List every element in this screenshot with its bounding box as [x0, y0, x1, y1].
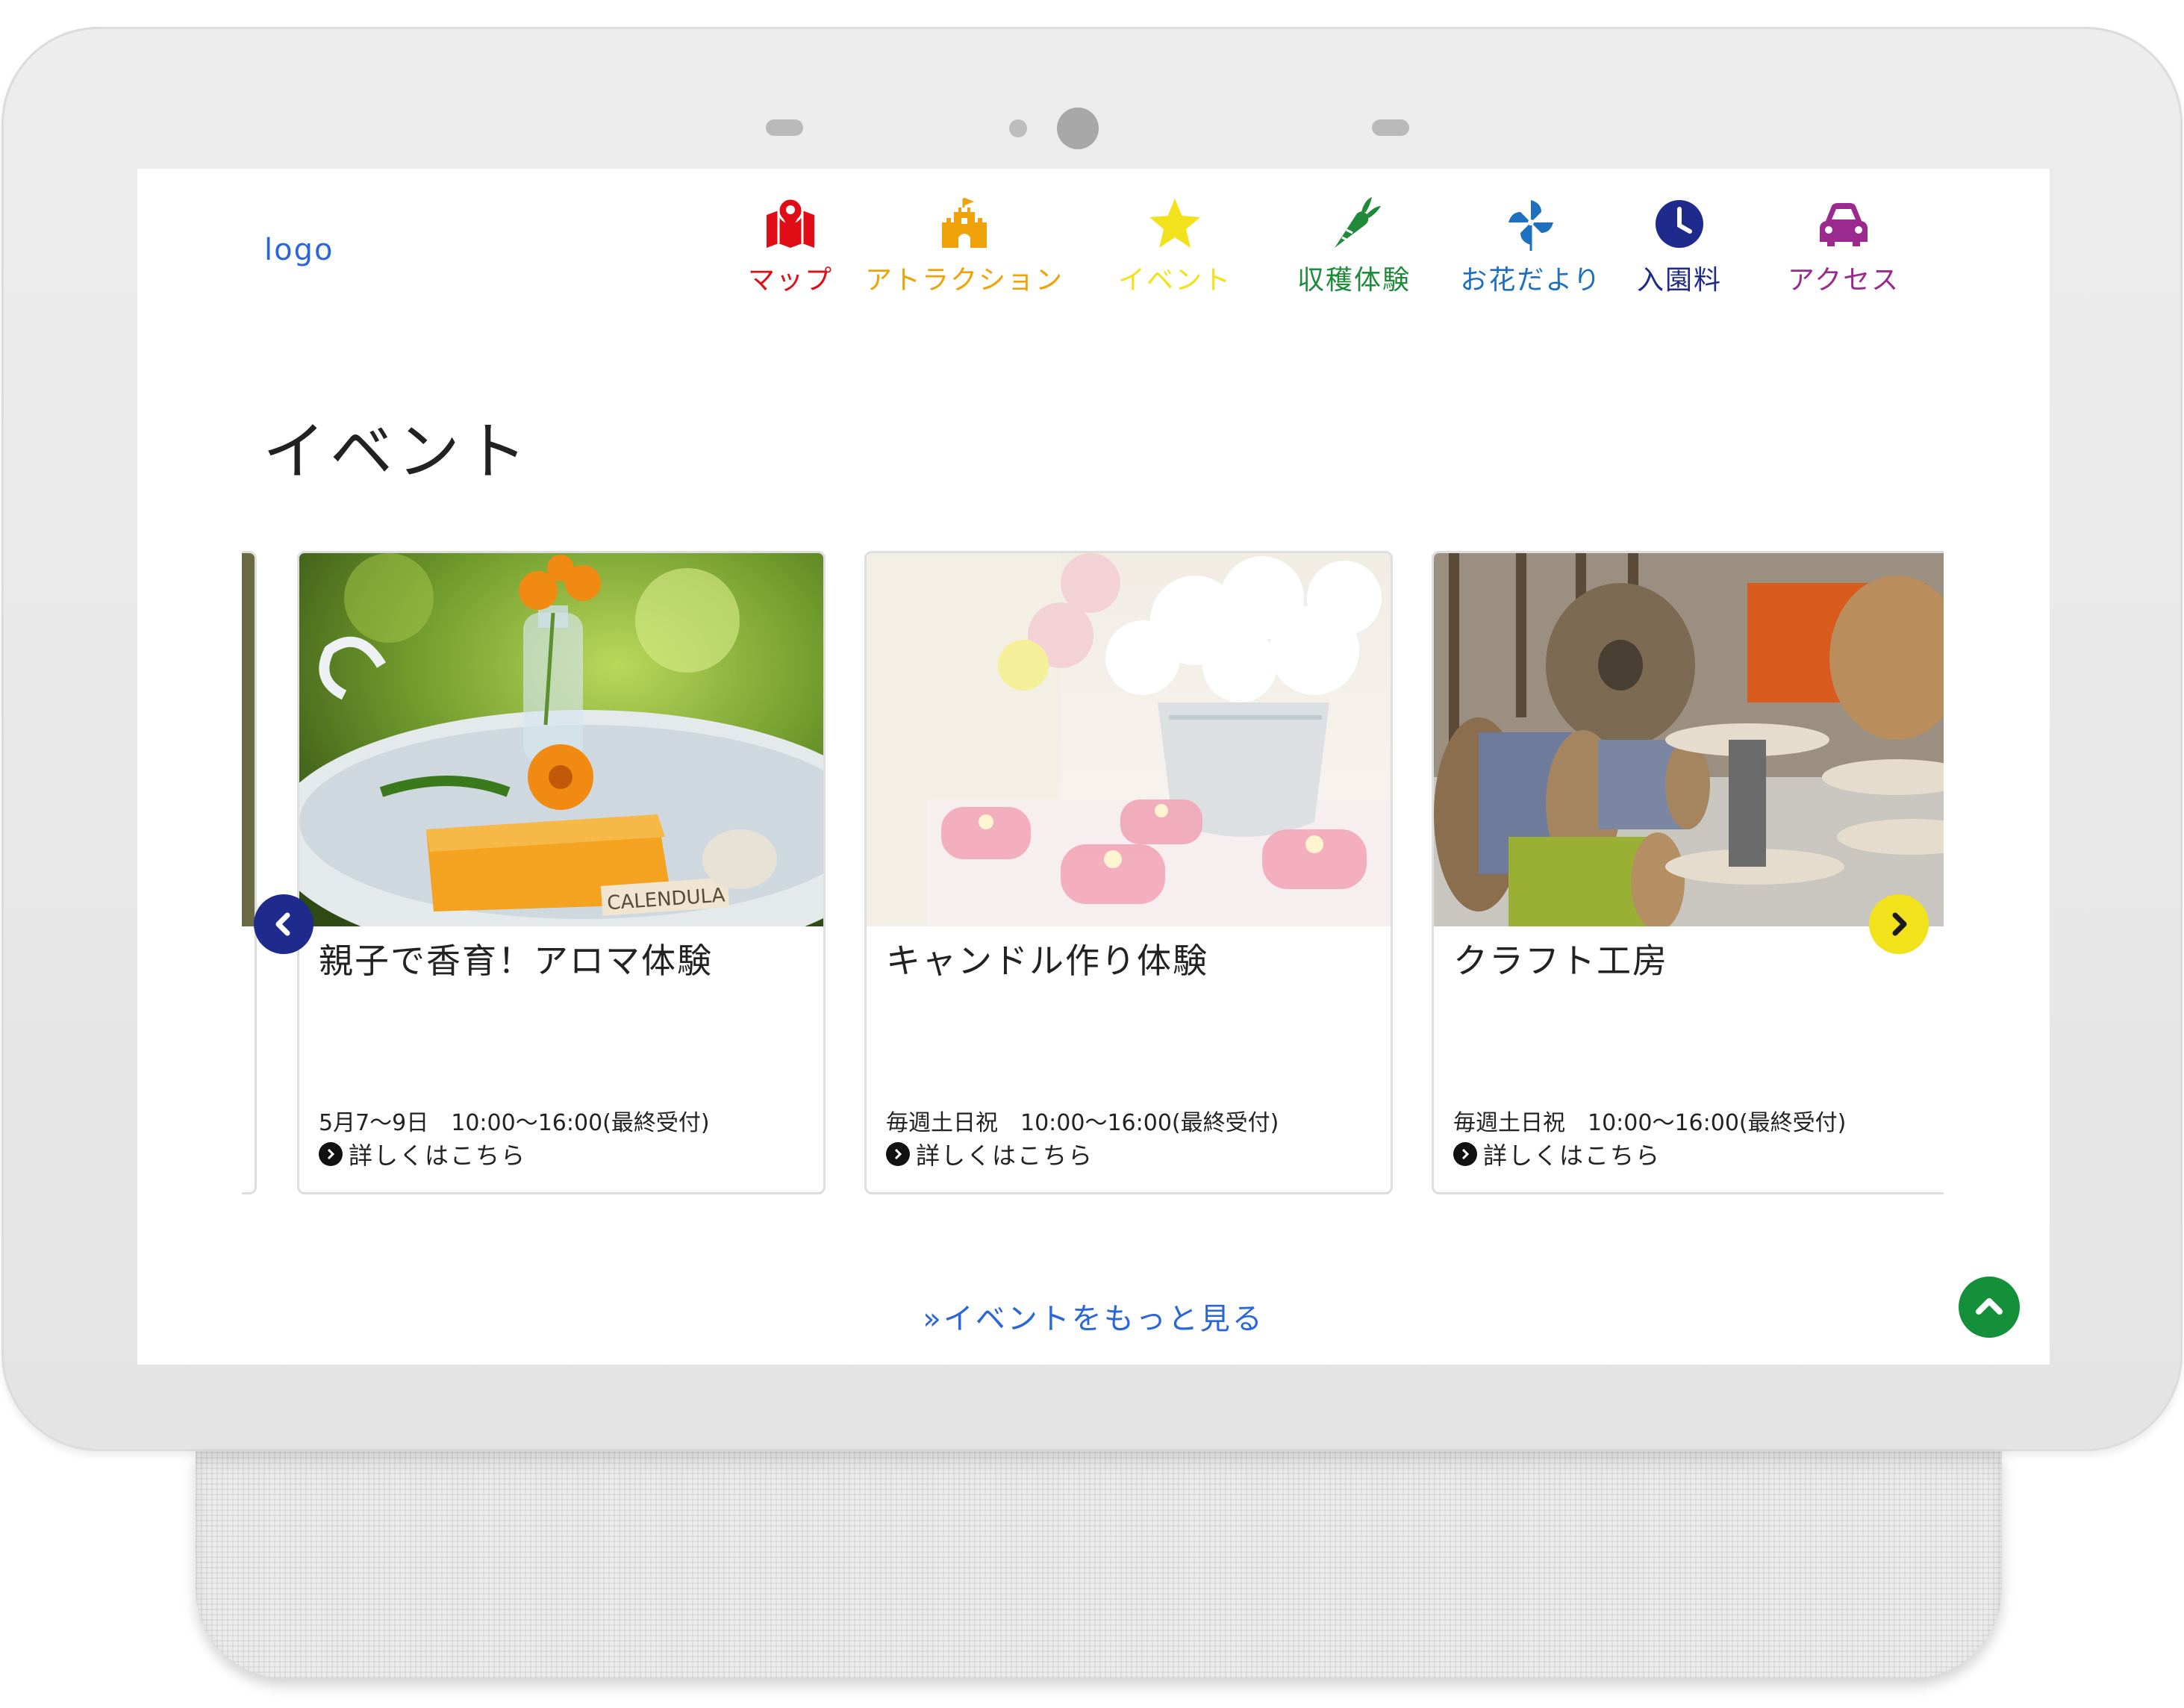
card-detail-label: 詳しくはこちら: [349, 1141, 527, 1170]
nav-label-event: イベント: [1117, 265, 1232, 296]
card-image-candle: [867, 553, 1391, 926]
chevron-right-icon: [319, 1142, 343, 1166]
star-icon: [1149, 199, 1200, 248]
back-to-top-button[interactable]: [1959, 1277, 2020, 1338]
speaker-base: [196, 1451, 2002, 1678]
smart-display-frame: logo マップ アトラクション イベント 収穫体験 お花だより 入園料 アクセ…: [1, 27, 2183, 1451]
card-image: [242, 553, 255, 926]
nav-item-admission[interactable]: 入園料: [1627, 196, 1732, 308]
device-screen: logo マップ アトラクション イベント 収穫体験 お花だより 入園料 アクセ…: [137, 169, 2050, 1365]
card-detail-label: 詳しくはこちら: [1483, 1141, 1662, 1170]
event-card-partial[interactable]: [242, 551, 257, 1194]
map-pin-icon: [767, 197, 814, 248]
carrot-icon: [1335, 197, 1381, 248]
nav-item-access[interactable]: アクセス: [1776, 196, 1911, 308]
nav-item-attraction[interactable]: アトラクション: [865, 196, 1064, 308]
chevron-up-icon: [1976, 1298, 2003, 1315]
page-title: イベント: [263, 415, 532, 488]
chevron-right-icon: [886, 1142, 910, 1166]
event-card[interactable]: キャンドル作り体験 毎週土日祝 10:00～16:00(最終受付) 詳しくはこち…: [864, 551, 1393, 1194]
ambient-sensor: [1009, 119, 1027, 137]
chevron-right-icon: [1892, 912, 1907, 936]
chevron-right-icon: [1453, 1142, 1477, 1166]
card-title: クラフト工房: [1453, 941, 1668, 981]
card-date: 5月7～9日 10:00～16:00(最終受付): [319, 1110, 710, 1136]
card-image-craft: [1434, 553, 1944, 926]
nav-item-flower-news[interactable]: お花だより: [1453, 196, 1609, 308]
nav-item-map[interactable]: マップ: [727, 196, 854, 308]
event-card[interactable]: CALENDULA 親子で香育！アロマ体験 5月7～9日 10:00～16:00…: [297, 551, 826, 1194]
sensor-left: [766, 119, 803, 136]
nav-label-flower-news: お花だより: [1460, 265, 1602, 296]
nav-label-harvest: 収穫体験: [1297, 265, 1411, 296]
event-carousel[interactable]: CALENDULA 親子で香育！アロマ体験 5月7～9日 10:00～16:00…: [242, 551, 1944, 1200]
pinwheel-icon: [1508, 200, 1553, 251]
card-image-aroma: CALENDULA: [299, 553, 823, 926]
card-date: 毎週土日祝 10:00～16:00(最終受付): [1453, 1110, 1847, 1136]
card-title: キャンドル作り体験: [886, 941, 1208, 981]
carousel-prev-button[interactable]: [254, 894, 313, 954]
main-nav: マップ アトラクション イベント 収穫体験 お花だより 入園料 アクセス: [137, 196, 2050, 308]
card-detail-link[interactable]: 詳しくはこちら: [319, 1137, 526, 1171]
camera-lens: [1057, 107, 1099, 149]
nav-label-admission: 入園料: [1636, 265, 1722, 296]
event-card[interactable]: クラフト工房 毎週土日祝 10:00～16:00(最終受付) 詳しくはこちら: [1432, 551, 1944, 1194]
castle-icon: [942, 197, 987, 248]
car-icon: [1820, 203, 1868, 246]
card-title: 親子で香育！アロマ体験: [319, 941, 713, 981]
card-date: 毎週土日祝 10:00～16:00(最終受付): [886, 1110, 1279, 1136]
see-more-events-link[interactable]: »イベントをもっと見る: [137, 1294, 2050, 1338]
carousel-next-button[interactable]: [1869, 894, 1929, 954]
nav-item-harvest[interactable]: 収穫体験: [1287, 196, 1421, 308]
card-detail-link[interactable]: 詳しくはこちら: [1453, 1137, 1661, 1171]
card-detail-label: 詳しくはこちら: [916, 1141, 1094, 1170]
card-detail-link[interactable]: 詳しくはこちら: [886, 1137, 1093, 1171]
nav-item-event[interactable]: イベント: [1108, 196, 1242, 308]
nav-label-access: アクセス: [1787, 265, 1900, 296]
clock-icon: [1656, 200, 1703, 248]
nav-label-attraction: アトラクション: [865, 265, 1064, 296]
sensor-right: [1372, 119, 1409, 136]
chevron-left-icon: [275, 912, 290, 936]
nav-label-map: マップ: [747, 265, 833, 296]
